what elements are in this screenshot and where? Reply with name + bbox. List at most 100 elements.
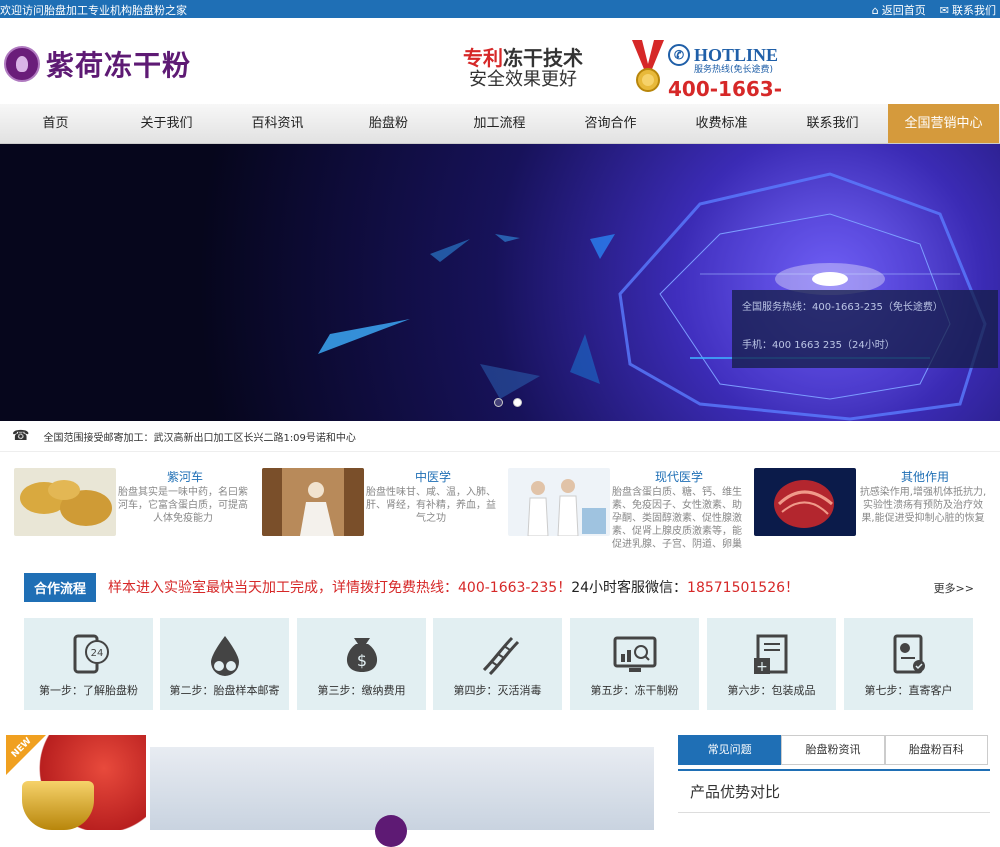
nav-item-about[interactable]: 关于我们 bbox=[111, 104, 222, 143]
card-tcm[interactable]: 中医学 胎盘性味甘、咸、温，入肺、肝、肾经，有补精，养血，益气之功 bbox=[262, 466, 502, 548]
step-label: 第二步：胎盘样本邮寄 bbox=[169, 684, 280, 697]
comparison-title: 产品优势对比 bbox=[678, 771, 990, 813]
report-icon bbox=[893, 634, 925, 674]
step-label: 第五步：冻干制粉 bbox=[590, 684, 679, 697]
slider-dots bbox=[494, 398, 522, 407]
dna-icon bbox=[482, 636, 519, 676]
news-tabs: 常见问题 胎盘粉资讯 胎盘粉百科 bbox=[678, 735, 988, 767]
photo-logo bbox=[375, 815, 407, 847]
tab-faq[interactable]: 常见问题 bbox=[678, 735, 782, 765]
card-text: 胎盘性味甘、咸、温，入肺、肝、肾经，有补精，养血，益气之功 bbox=[366, 487, 496, 524]
home-link[interactable]: ⌂ 返回首页 bbox=[872, 2, 926, 18]
banner-graphic bbox=[318, 172, 987, 421]
flow-message: 样本进入实验室最快当天加工完成，详情拨打免费热线：400-1663-235！24… bbox=[108, 577, 799, 597]
nav-item-pricing[interactable]: 收费标准 bbox=[666, 104, 777, 143]
tab-news[interactable]: 胎盘粉资讯 bbox=[781, 735, 885, 765]
card-title: 中医学 bbox=[414, 470, 451, 484]
welcome-text: 欢迎访问胎盘加工专业机构胎盘粉之家 bbox=[0, 4, 187, 17]
step-3[interactable]: $ 第三步：缴纳费用 bbox=[297, 618, 426, 710]
flow-message-dark: 24小时客服微信： bbox=[571, 580, 688, 596]
step-4[interactable]: 第四步：灭活消毒 bbox=[433, 618, 562, 710]
top-bar: 欢迎访问胎盘加工专业机构胎盘粉之家 ⌂ 返回首页 ✉ 联系我们 bbox=[0, 0, 1000, 18]
step-1[interactable]: 24 第一步：了解胎盘粉 bbox=[24, 618, 153, 710]
nav-item-process[interactable]: 加工流程 bbox=[444, 104, 555, 143]
notice-bar: ☎ 全国范围接受邮寄加工：武汉高新出口加工区长兴二路1:09号诺和中心 bbox=[0, 421, 1000, 452]
logo-icon bbox=[4, 46, 40, 82]
card-title: 现代医学 bbox=[654, 470, 703, 484]
notice-text: 全国范围接受邮寄加工：武汉高新出口加工区长兴二路1:09号诺和中心 bbox=[43, 432, 356, 444]
step-7[interactable]: 第七步：直寄客户 bbox=[844, 618, 973, 710]
flow-tag: 合作流程 bbox=[24, 572, 97, 602]
home-icon: ⌂ bbox=[871, 3, 879, 17]
card-modern-medicine[interactable]: 现代医学 胎盘含蛋白质、糖、钙、维生素、免疫因子、女性激素、助孕酮、类固醇激素、… bbox=[508, 466, 748, 548]
main-nav: 首页 关于我们 百科资讯 胎盘粉 加工流程 咨询合作 收费标准 联系我们 全国营… bbox=[0, 104, 1000, 144]
bottom-section: NEW 常见问题 胎盘粉资讯 胎盘粉百科 产品优势对比 bbox=[0, 735, 1000, 847]
card-image-tcm bbox=[262, 468, 364, 536]
flow-message-red: 样本进入实验室最快当天加工完成，详情拨打免费热线：400-1663-235！ bbox=[108, 580, 572, 596]
card-zihe[interactable]: 紫河车 胎盘其实是一味中药，名曰紫河车，它富含蛋白质，可提高人体免疫能力 bbox=[14, 466, 254, 548]
hero-banner[interactable]: 全国服务热线：400-1663-235（免长途费） 手机：400 1663 23… bbox=[0, 144, 1000, 421]
more-link[interactable]: 更多>> bbox=[934, 580, 974, 596]
step-label: 第三步：缴纳费用 bbox=[317, 684, 406, 697]
phone-icon: ✆ bbox=[668, 44, 690, 66]
step-2[interactable]: 第二步：胎盘样本邮寄 bbox=[160, 618, 289, 710]
comparison-box: 产品优势对比 bbox=[678, 769, 990, 830]
slider-dot-1[interactable] bbox=[494, 398, 503, 407]
svg-text:$: $ bbox=[356, 651, 366, 670]
process-steps: 24 第一步：了解胎盘粉 第二步：胎盘样本邮寄 $ 第三步：缴纳费用 第四步：灭… bbox=[24, 618, 974, 710]
banner-info-box: 全国服务热线：400-1663-235（免长途费） 手机：400 1663 23… bbox=[732, 290, 998, 368]
svg-text:+: + bbox=[756, 659, 768, 675]
slider-dot-2[interactable] bbox=[513, 398, 522, 407]
contact-link-label: 联系我们 bbox=[952, 4, 996, 17]
banner-mobile-line: 手机：400 1663 235（24小时） bbox=[742, 340, 895, 351]
card-text: 胎盘含蛋白质、糖、钙、维生素、免疫因子、女性激素、助孕酮、类固醇激素、促性腺激素… bbox=[612, 487, 742, 548]
card-text: 胎盘其实是一味中药，名曰紫河车，它富含蛋白质，可提高人体免疫能力 bbox=[118, 487, 248, 524]
contact-link[interactable]: ✉ 联系我们 bbox=[940, 2, 996, 18]
nav-item-contact[interactable]: 联系我们 bbox=[777, 104, 888, 143]
svg-text:24: 24 bbox=[90, 648, 103, 659]
medal-icon bbox=[632, 40, 664, 92]
tab-encyclopedia[interactable]: 胎盘粉百科 bbox=[884, 735, 988, 765]
24h-phone-icon: 24 bbox=[73, 634, 109, 674]
slogan: 专利冻干技术 安全效果更好 bbox=[458, 48, 588, 90]
nav-item-placenta-powder[interactable]: 胎盘粉 bbox=[333, 104, 444, 143]
step-label: 第六步：包装成品 bbox=[727, 684, 816, 697]
product-photo[interactable] bbox=[150, 747, 654, 847]
card-image-zihe bbox=[14, 468, 116, 536]
step-label: 第一步：了解胎盘粉 bbox=[39, 684, 138, 697]
site-logo[interactable]: 紫荷冻干粉 bbox=[4, 44, 191, 84]
card-text: 抗感染作用,增强机体抵抗力,实验性溃疡有预防及治疗效果,能促进受抑制心脏的恢复 bbox=[859, 487, 987, 524]
money-bag-icon: $ bbox=[346, 638, 377, 672]
monitor-icon bbox=[613, 636, 656, 672]
slogan-line2: 安全效果更好 bbox=[469, 69, 577, 90]
nav-item-encyclopedia[interactable]: 百科资讯 bbox=[222, 104, 333, 143]
card-image-placenta bbox=[754, 468, 856, 536]
slogan-main: 冻干技术 bbox=[503, 46, 583, 70]
info-cards: 紫河车 胎盘其实是一味中药，名曰紫河车，它富含蛋白质，可提高人体免疫能力 中医学… bbox=[0, 466, 1000, 548]
trophy-cup bbox=[22, 781, 94, 830]
nav-item-marketing-center[interactable]: 全国营销中心 bbox=[888, 104, 999, 143]
step-label: 第四步：灭活消毒 bbox=[453, 684, 542, 697]
logo-text: 紫荷冻干粉 bbox=[46, 49, 192, 82]
nav-item-home[interactable]: 首页 bbox=[0, 104, 111, 143]
telephone-icon: ☎ bbox=[12, 428, 30, 444]
flow-header: 合作流程 样本进入实验室最快当天加工完成，详情拨打免费热线：400-1663-2… bbox=[24, 572, 974, 602]
card-image-lab bbox=[508, 468, 610, 536]
step-label: 第七步：直寄客户 bbox=[864, 684, 953, 697]
home-link-label: 返回首页 bbox=[881, 4, 926, 17]
card-other-effects[interactable]: 其他作用 抗感染作用,增强机体抵抗力,实验性溃疡有预防及治疗效果,能促进受抑制心… bbox=[754, 466, 994, 548]
site-header: 紫荷冻干粉 专利冻干技术 安全效果更好 ✆ HOTLINE 服务热线(免长途费) … bbox=[0, 18, 1000, 125]
flow-wechat: 18571501526！ bbox=[687, 580, 800, 596]
card-title: 其他作用 bbox=[900, 470, 949, 484]
drop-icon bbox=[210, 636, 239, 676]
package-doc-icon: + bbox=[753, 634, 787, 675]
slogan-highlight: 专利 bbox=[463, 46, 503, 70]
hotline-sub: 服务热线(免长途费) bbox=[694, 65, 774, 75]
mail-icon: ✉ bbox=[939, 3, 949, 17]
top-links: ⌂ 返回首页 ✉ 联系我们 bbox=[872, 2, 996, 18]
step-6[interactable]: + 第六步：包装成品 bbox=[707, 618, 836, 710]
nav-item-cooperation[interactable]: 咨询合作 bbox=[555, 104, 666, 143]
card-title: 紫河车 bbox=[166, 470, 203, 484]
banner-service-line: 全国服务热线：400-1663-235（免长途费） bbox=[742, 302, 943, 313]
step-5[interactable]: 第五步：冻干制粉 bbox=[570, 618, 699, 710]
